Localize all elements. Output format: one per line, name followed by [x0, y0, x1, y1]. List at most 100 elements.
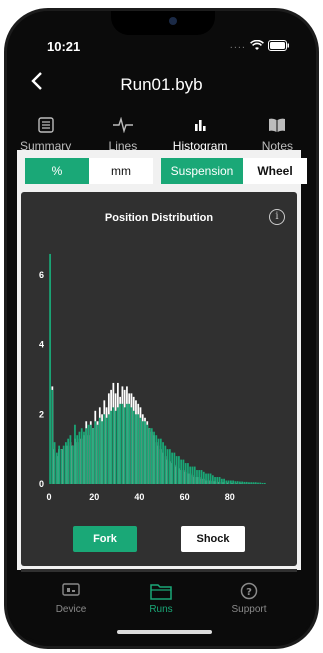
mode-suspension-button[interactable]: Suspension: [161, 158, 243, 184]
unit-percent-button[interactable]: %: [25, 158, 89, 184]
fork-bar: [191, 466, 194, 484]
fork-bar: [232, 480, 235, 484]
y-tick-label: 0: [39, 479, 44, 489]
fork-bar: [132, 410, 135, 484]
nav-support-label: Support: [231, 604, 267, 615]
status-icons: ....: [230, 39, 290, 51]
fork-bar: [261, 482, 264, 484]
fork-bar: [107, 414, 110, 484]
fork-bar: [173, 452, 176, 484]
fork-bar: [69, 435, 72, 484]
fork-bar: [180, 459, 183, 484]
x-tick-label: 0: [46, 492, 51, 502]
fork-bar: [214, 477, 216, 484]
nav-header: Run01.byb: [7, 69, 316, 109]
shock-legend-button[interactable]: Shock: [181, 526, 245, 552]
fork-bar: [94, 421, 97, 484]
camera-dot: [169, 17, 177, 25]
fork-bar: [65, 442, 67, 484]
signal-icon: ....: [229, 39, 246, 51]
fork-bar: [178, 456, 180, 484]
fork-bar: [159, 438, 162, 484]
fork-bar: [76, 435, 79, 484]
fork-bar: [189, 466, 192, 484]
nav-device[interactable]: Device: [31, 580, 111, 615]
fork-bar: [171, 452, 173, 484]
fork-bar: [257, 482, 259, 484]
fork-bar: [250, 482, 253, 484]
nav-runs-label: Runs: [149, 604, 173, 615]
fork-bar: [60, 449, 63, 484]
fork-bar: [216, 477, 219, 484]
fork-bar: [245, 481, 248, 484]
x-tick-label: 80: [225, 492, 235, 502]
fork-bar: [103, 414, 106, 484]
nav-support[interactable]: ? Support: [209, 580, 289, 615]
fork-bar: [62, 445, 65, 484]
fork-bar: [248, 482, 250, 484]
fork-bar: [254, 482, 257, 484]
fork-bar: [153, 431, 155, 484]
info-icon[interactable]: i: [269, 209, 285, 225]
fork-bar: [87, 424, 90, 484]
fork-bar: [223, 478, 225, 484]
fork-bar: [67, 438, 70, 484]
help-icon: ?: [209, 580, 289, 602]
fork-bar: [141, 421, 144, 484]
fork-bar: [98, 417, 101, 484]
fork-bar: [193, 466, 196, 484]
fork-bar: [175, 456, 178, 484]
fork-bar: [243, 481, 246, 484]
fork-bar: [148, 428, 151, 484]
bottom-nav: Device Runs ? Support: [7, 572, 316, 642]
fork-bar: [205, 473, 207, 484]
unit-mm-button[interactable]: mm: [89, 158, 153, 184]
y-tick-label: 2: [39, 409, 44, 419]
page-title: Run01.byb: [120, 75, 203, 94]
fork-legend-button[interactable]: Fork: [73, 526, 137, 552]
fork-bar: [182, 459, 185, 484]
fork-bar: [101, 421, 103, 484]
book-icon: [267, 114, 287, 136]
fork-bar: [227, 480, 230, 484]
fork-bar: [121, 403, 124, 484]
fork-bar: [126, 403, 128, 484]
home-indicator: [117, 630, 212, 634]
nav-runs[interactable]: Runs: [121, 580, 201, 615]
fork-bar: [259, 482, 262, 484]
fork-bar: [119, 403, 122, 484]
nav-device-label: Device: [55, 604, 87, 615]
folder-icon: [121, 580, 201, 602]
fork-bar: [184, 463, 187, 484]
fork-bar: [89, 424, 92, 484]
x-tick-label: 20: [89, 492, 99, 502]
fork-bar: [209, 473, 212, 484]
svg-text:?: ?: [246, 587, 252, 598]
fork-bar: [241, 481, 244, 484]
fork-bar: [58, 445, 60, 484]
fork-bar: [234, 481, 237, 484]
mode-wheel-button[interactable]: Wheel: [243, 158, 307, 184]
fork-bar: [164, 445, 167, 484]
fork-bar: [146, 424, 149, 484]
fork-bar: [51, 389, 54, 484]
fork-bar: [96, 424, 99, 484]
fork-bar: [53, 442, 56, 484]
fork-bar: [218, 477, 221, 484]
fork-bar: [123, 407, 126, 484]
fork-bar: [74, 424, 76, 484]
fork-bar: [117, 407, 119, 484]
fork-bar: [85, 428, 88, 484]
fork-bar: [144, 421, 146, 484]
x-tick-label: 40: [134, 492, 144, 502]
chart-card: Position Distribution i 0 2 4 6 0 20 40 60 80 Fo…: [21, 192, 297, 566]
fork-bar: [200, 470, 203, 484]
histogram-panel: % mm Suspension Wheel Position Distribut…: [17, 150, 307, 570]
fork-bar: [187, 463, 189, 484]
device-icon: [31, 580, 111, 602]
fork-bar: [135, 414, 137, 484]
fork-bar: [78, 431, 81, 484]
mode-toggle: Suspension Wheel: [161, 158, 307, 184]
fork-bar: [207, 473, 210, 484]
wifi-icon: [250, 39, 264, 50]
